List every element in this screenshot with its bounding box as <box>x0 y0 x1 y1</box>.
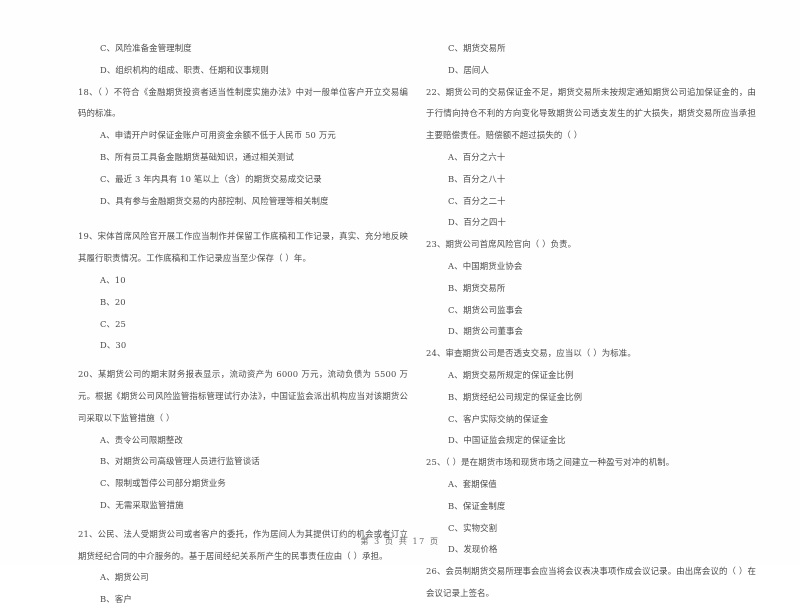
option-item: D、30 <box>100 340 127 351</box>
option-item: A、期货公司 <box>100 572 149 583</box>
option-item: B、期货交易所 <box>448 282 506 293</box>
question-stem: 24、审查期货公司是否透支交易，应当以（ ）为标准。 <box>426 348 636 359</box>
question-stem: 25、（ ）是在期货市场和现货市场之间建立一种盈亏对冲的机制。 <box>426 457 675 468</box>
option-item: C、期货公司监事会 <box>448 304 523 315</box>
two-column-body: C、风险准备金管理制度 D、组织机构的组成、职责、任期和议事规则 18、（ ）不… <box>0 38 800 611</box>
question-stem: 22、期货公司的交易保证金不足，期货交易所未按规定通知期货公司追加保证金的，由于… <box>426 86 756 141</box>
option-item: C、限制或暂停公司部分期货业务 <box>100 478 226 489</box>
option-item: C、期货交易所 <box>448 43 506 53</box>
option-item: A、中国期货业协会 <box>448 260 523 271</box>
question-stem: 19、宋体首席风险官开展工作应当制作并保留工作底稿和工作记录，真实、充分地反映其… <box>78 231 408 264</box>
option-item: C、百分之二十 <box>448 195 506 206</box>
option-item: B、对期货公司高级管理人员进行监管谈话 <box>100 456 260 467</box>
option-item: D、具有参与金融期货交易的内部控制、风险管理等相关制度 <box>100 195 329 206</box>
question-19: 19、宋体首席风险官开展工作应当制作并保留工作底稿和工作记录，真实、充分地反映其… <box>78 226 408 357</box>
option-item: B、20 <box>100 296 126 307</box>
option-item: A、套期保值 <box>448 478 497 489</box>
option-item: D、期货公司董事会 <box>448 326 524 337</box>
page-footer: 第 3 页 共 17 页 <box>360 537 440 546</box>
question-23: 23、期货公司首席风险官向（ ）负责。 A、中国期货业协会 B、期货交易所 C、… <box>426 234 756 343</box>
option-item: D、居间人 <box>448 64 489 75</box>
question-stem: 26、会员制期货交易所理事会应当将会议表决事项作成会议记录。由出席会议的（ ）在… <box>426 566 756 598</box>
option-item: C、最近 3 年内具有 10 笔以上（含）的期货交易成交记录 <box>100 173 322 184</box>
left-column: C、风险准备金管理制度 D、组织机构的组成、职责、任期和议事规则 18、（ ）不… <box>78 38 408 611</box>
question-18: 18、（ ）不符合《金融期货投资者适当性制度实施办法》中对一般单位客户开立交易编… <box>78 82 408 213</box>
option-item: D、组织机构的组成、职责、任期和议事规则 <box>100 64 269 75</box>
option-item: A、期货交易所规定的保证金比例 <box>448 369 574 380</box>
question-stem: 20、某期货公司的期末财务报表显示，流动资产为 6000 万元，流动负债为 55… <box>78 369 408 423</box>
option-item: D、中国证监会规定的保证金比 <box>448 435 566 446</box>
option-item: A、百分之六十 <box>448 151 506 162</box>
option-item: B、保证金制度 <box>448 500 506 511</box>
question-26: 26、会员制期货交易所理事会应当将会议表决事项作成会议记录。由出席会议的（ ）在… <box>426 561 756 605</box>
option-item: C、客户实际交纳的保证金 <box>448 413 549 424</box>
question-22: 22、期货公司的交易保证金不足，期货交易所未按规定通知期货公司追加保证金的，由于… <box>426 82 756 235</box>
exam-page: C、风险准备金管理制度 D、组织机构的组成、职责、任期和议事规则 18、（ ）不… <box>0 0 800 604</box>
option-item: B、期货经纪公司规定的保证金比例 <box>448 391 583 402</box>
option-item: A、申请开户时保证金账户可用资金余额不低于人民币 50 万元 <box>100 130 336 141</box>
option-item: C、25 <box>100 318 127 329</box>
option-item: B、客户 <box>100 594 132 605</box>
option-item: D、百分之四十 <box>448 217 507 228</box>
option-item: A、责令公司限期整改 <box>100 434 183 445</box>
option-item: B、百分之八十 <box>448 173 506 184</box>
option-item: B、所有员工具备金融期货基础知识，通过相关测试 <box>100 151 294 162</box>
question-stem: 23、期货公司首席风险官向（ ）负责。 <box>426 239 577 250</box>
option-item: A、10 <box>100 274 126 285</box>
option-item: D、无需采取监管措施 <box>100 499 184 510</box>
option-item: C、风险准备金管理制度 <box>100 43 192 53</box>
right-column: C、期货交易所 D、居间人 22、期货公司的交易保证金不足，期货交易所未按规定通… <box>426 38 756 605</box>
question-20: 20、某期货公司的期末财务报表显示，流动资产为 6000 万元，流动负债为 55… <box>78 364 408 517</box>
question-stem: 18、（ ）不符合《金融期货投资者适当性制度实施办法》中对一般单位客户开立交易编… <box>78 86 408 119</box>
question-24: 24、审查期货公司是否透支交易，应当以（ ）为标准。 A、期货交易所规定的保证金… <box>426 343 756 452</box>
